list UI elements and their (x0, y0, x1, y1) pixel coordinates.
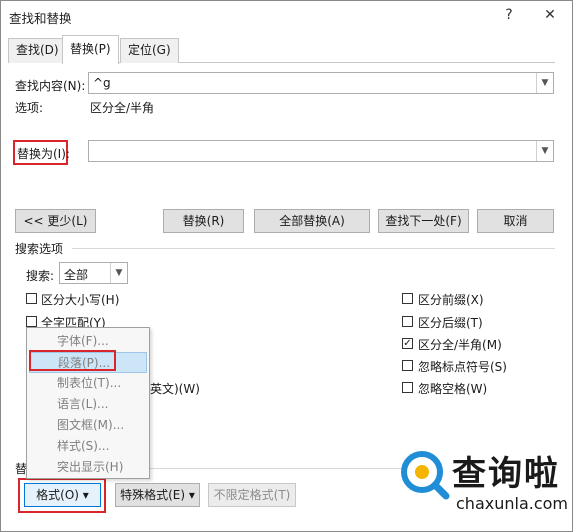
options-label: 选项: (15, 101, 44, 115)
chevron-down-icon[interactable]: ▼ (110, 263, 127, 283)
help-button[interactable]: ? (494, 2, 524, 28)
search-options-divider (72, 248, 555, 249)
menu-item-tabs[interactable]: 制表位(T)... (29, 373, 147, 394)
match-width-checkbox[interactable]: ✓ (402, 338, 413, 349)
chaxunla-watermark: 查询啦 chaxunla.com (396, 446, 568, 526)
watermark-cn-text: 查询啦 (452, 454, 560, 494)
checkmark-icon: ✓ (403, 338, 412, 349)
replace-all-button[interactable]: 全部替换(A) (254, 209, 370, 233)
search-direction-select[interactable]: 全部 ▼ (59, 262, 128, 284)
match-suffix-label: 区分后缀(T) (418, 316, 483, 330)
menu-item-style[interactable]: 样式(S)... (29, 436, 147, 457)
less-button[interactable]: << 更少(L) (15, 209, 96, 233)
close-button[interactable]: ✕ (535, 2, 565, 28)
match-suffix-checkbox[interactable] (402, 316, 413, 327)
match-case-checkbox[interactable] (26, 293, 37, 304)
match-prefix-label: 区分前缀(X) (418, 293, 484, 307)
menu-item-highlight[interactable]: 突出显示(H) (29, 457, 147, 478)
replace-button[interactable]: 替换(R) (163, 209, 244, 233)
replace-with-label: 替换为(I): (17, 147, 70, 161)
paragraph-item-highlight (29, 350, 116, 371)
ignore-punctuation-checkbox[interactable] (402, 360, 413, 371)
format-button[interactable]: 格式(O) ▾ (24, 483, 101, 507)
no-formatting-button[interactable]: 不限定格式(T) (208, 483, 296, 507)
find-what-value: ^g (93, 76, 111, 90)
menu-item-language[interactable]: 语言(L)... (29, 394, 147, 415)
search-options-heading: 搜索选项 (15, 242, 64, 256)
whole-word-checkbox[interactable] (26, 316, 37, 327)
menu-item-font[interactable]: 字体(F)... (29, 331, 147, 352)
search-direction-label: 搜索: (26, 269, 55, 283)
replace-with-combo[interactable]: ▼ (88, 140, 554, 162)
dialog-title: 查找和替换 (9, 11, 72, 26)
chaxunla-logo-icon (401, 451, 450, 500)
partial-option-label: 英文)(W) (150, 382, 200, 396)
menu-item-frame[interactable]: 图文框(M)... (29, 415, 147, 436)
options-value: 区分全/半角 (90, 101, 155, 115)
ignore-whitespace-label: 忽略空格(W) (418, 382, 488, 396)
replace-group-divider (150, 468, 405, 469)
match-prefix-checkbox[interactable] (402, 293, 413, 304)
find-what-label: 查找内容(N): (15, 79, 86, 93)
find-next-button[interactable]: 查找下一处(F) (378, 209, 469, 233)
tab-find[interactable]: 查找(D) (8, 38, 67, 63)
special-format-button[interactable]: 特殊格式(E) ▾ (115, 483, 200, 507)
watermark-url-text: chaxunla.com (456, 494, 568, 513)
chevron-down-icon[interactable]: ▼ (536, 141, 553, 161)
chevron-down-icon[interactable]: ▼ (536, 73, 553, 93)
ignore-punctuation-label: 忽略标点符号(S) (418, 360, 507, 374)
cancel-button[interactable]: 取消 (477, 209, 554, 233)
ignore-whitespace-checkbox[interactable] (402, 382, 413, 393)
match-case-label: 区分大小写(H) (41, 293, 120, 307)
tab-goto[interactable]: 定位(G) (120, 38, 179, 63)
find-what-combo[interactable]: ^g ▼ (88, 72, 554, 94)
search-direction-value: 全部 (64, 268, 89, 282)
match-width-label: 区分全/半角(M) (418, 338, 502, 352)
tab-replace[interactable]: 替换(P) (62, 35, 119, 64)
